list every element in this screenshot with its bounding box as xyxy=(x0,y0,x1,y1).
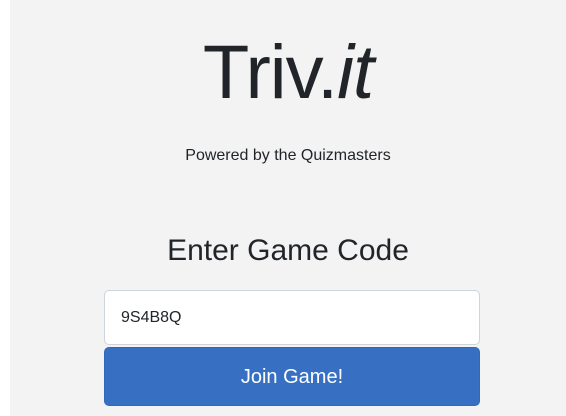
game-code-input[interactable] xyxy=(104,290,480,345)
enter-code-heading: Enter Game Code xyxy=(167,234,409,267)
join-game-button[interactable]: Join Game! xyxy=(104,347,480,406)
app-logo: Triv.it xyxy=(0,28,566,118)
tagline: Powered by the Quizmasters xyxy=(185,147,391,164)
logo-italic-text: it xyxy=(337,30,374,115)
logo-main-text: Triv. xyxy=(202,30,338,115)
